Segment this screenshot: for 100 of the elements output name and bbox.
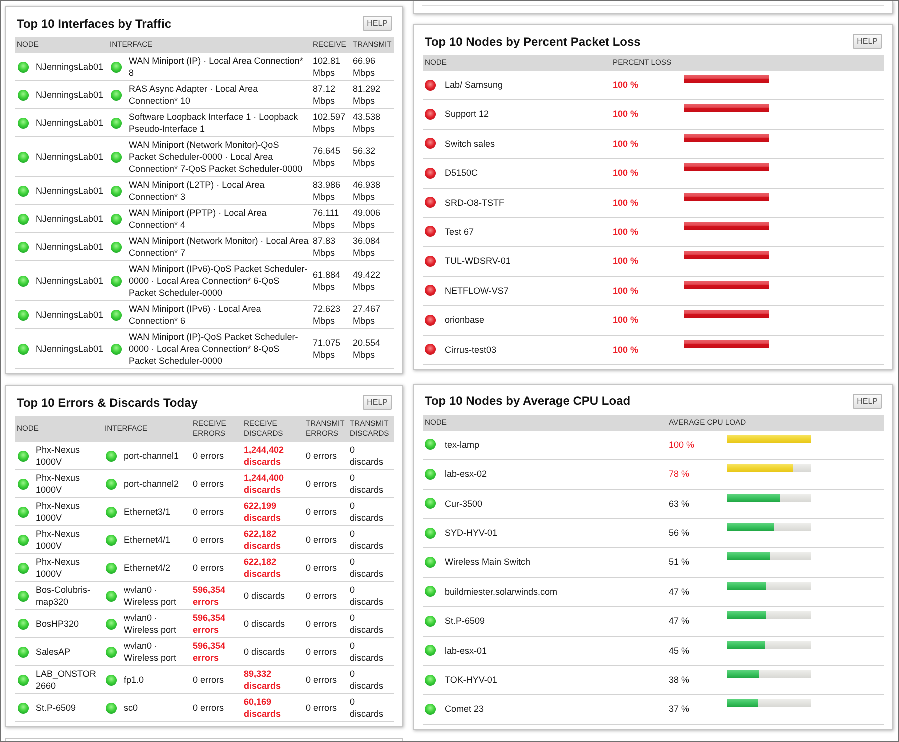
node-name: Phx-Nexus 1000V	[36, 472, 82, 496]
loss-percent: 100 %	[613, 108, 639, 120]
help-button[interactable]: HELP	[853, 394, 882, 409]
interface-name: WAN Miniport (Network Monitor)-QoS Packet Scheduler-0000 · Local Area Connection* 7-QoS Packet Scheduler-0000	[129, 139, 304, 175]
node-name: NJenningsLab01	[36, 185, 104, 197]
transmit-discards: 0 discards	[350, 584, 385, 608]
node-name: NJenningsLab01	[36, 89, 104, 101]
help-button[interactable]: HELP	[363, 395, 392, 410]
receive-rate: 61.884 Mbps	[313, 269, 342, 293]
transmit-errors: 0 errors	[306, 534, 338, 546]
receive-rate: 87.83 Mbps	[313, 235, 337, 259]
transmit-errors: 0 errors	[306, 506, 338, 518]
interface-name: port-channel2	[124, 478, 180, 490]
interface-name: WAN Miniport (PPTP) · Local Area Connection* 4	[129, 207, 268, 231]
node-name: NJenningsLab01	[36, 241, 104, 253]
interface-name: Ethernet4/2	[124, 562, 171, 574]
cpu-load-percent: 100 %	[669, 438, 695, 451]
node-name: Phx-Nexus 1000V	[36, 556, 82, 580]
transmit-discards: 0 discards	[350, 528, 385, 552]
help-button[interactable]: HELP	[363, 16, 392, 31]
cpu-load-percent: 45 %	[669, 644, 690, 657]
interface-name: WAN Miniport (IP)-QoS Packet Scheduler-0000 · Local Area Connection* 8-QoS Packet Scheduler-0000	[129, 331, 300, 367]
node-name: NJenningsLab01	[36, 213, 104, 225]
transmit-discards: 0 discards	[350, 640, 385, 664]
interface-name: WAN Miniport (L2TP) · Local Area Connection* 3	[129, 179, 266, 203]
receive-errors: 0 errors	[193, 450, 224, 462]
receive-discards: 1,244,402 discards	[244, 444, 286, 468]
loss-percent: 100 %	[613, 196, 639, 209]
node-name: Phx-Nexus 1000V	[36, 444, 82, 468]
interface-name: port-channel1	[124, 450, 180, 462]
receive-discards: 1,244,400 discards	[244, 472, 286, 496]
receive-errors: 0 errors	[193, 562, 224, 574]
panel-title: Top 10 Nodes by Percent Packet Loss	[424, 34, 641, 48]
node-name: Wireless Main Switch	[445, 556, 531, 568]
node-name: Cirrus-test03	[445, 344, 497, 356]
transmit-discards: 0 discards	[350, 696, 385, 720]
receive-rate: 76.645 Mbps	[313, 145, 342, 169]
interface-name: WAN Miniport (IPv6) · Local Area Connection* 6	[129, 303, 262, 327]
transmit-discards: 0 discards	[350, 444, 385, 468]
receive-discards: 622,199 discards	[244, 500, 282, 524]
transmit-rate: 56.32 Mbps	[353, 145, 377, 169]
interface-name: wvlan0 · Wireless port	[124, 640, 178, 664]
node-name: D5150C	[445, 167, 478, 180]
interface-name: Ethernet3/1	[124, 506, 171, 518]
transmit-errors: 0 errors	[306, 646, 338, 658]
node-name: NJenningsLab01	[36, 309, 104, 321]
transmit-rate: 49.422 Mbps	[353, 269, 382, 293]
node-name: Bos-Colubris-map320	[36, 584, 92, 608]
node-name: SRD-O8-TSTF	[445, 196, 504, 209]
receive-discards: 89,332 discards	[244, 668, 282, 692]
receive-errors: 596,354 errors	[193, 612, 227, 636]
transmit-errors: 0 errors	[306, 702, 338, 714]
transmit-errors: 0 errors	[306, 478, 338, 490]
panel-title: Top 10 Interfaces by Traffic	[16, 16, 172, 30]
node-name: TUL-WDSRV-01	[445, 255, 511, 268]
node-name: tex-lamp	[445, 438, 480, 451]
node-name: BosHP320	[36, 618, 80, 630]
node-name: NETFLOW-VS7	[445, 284, 509, 297]
transmit-rate: 66.96 Mbps	[353, 55, 377, 79]
cpu-load-percent: 47 %	[669, 586, 690, 598]
receive-rate: 71.075 Mbps	[313, 337, 342, 361]
receive-errors: 0 errors	[193, 674, 224, 686]
receive-rate: 76.111 Mbps	[313, 207, 340, 231]
transmit-rate: 36.084 Mbps	[353, 235, 382, 259]
node-name: lab-esx-01	[445, 644, 488, 657]
node-name: buildmiester.solarwinds.com	[445, 586, 558, 598]
receive-rate: 102.597 Mbps	[313, 111, 347, 135]
interface-name: WAN Miniport (IP) · Local Area Connection* 8	[129, 55, 304, 79]
cpu-load-percent: 51 %	[669, 556, 690, 568]
loss-percent: 100 %	[613, 226, 639, 238]
interface-name: WAN Miniport (Network Monitor) · Local Area Connection* 7	[129, 235, 309, 259]
transmit-discards: 0 discards	[350, 500, 385, 524]
cpu-load-percent: 78 %	[669, 468, 690, 480]
transmit-errors: 0 errors	[306, 590, 338, 602]
node-name: TOK-HYV-01	[445, 674, 498, 686]
cpu-load-percent: 63 %	[669, 498, 690, 510]
loss-percent: 100 %	[613, 284, 639, 297]
node-name: NJenningsLab01	[36, 275, 104, 287]
panel-title: Top 10 Errors & Discards Today	[16, 396, 198, 410]
interface-name: RAS Async Adapter · Local Area Connection* 10	[129, 83, 260, 107]
receive-errors: 0 errors	[193, 702, 224, 714]
node-name: Cur-3500	[445, 498, 483, 510]
loss-percent: 100 %	[613, 314, 639, 326]
receive-discards: 0 discards	[244, 590, 286, 602]
node-name: St.P-6509	[445, 615, 486, 628]
cpu-load-percent: 56 %	[669, 527, 690, 540]
node-name: SYD-HYV-01	[445, 527, 498, 540]
loss-percent: 100 %	[613, 79, 639, 91]
help-button[interactable]: HELP	[853, 34, 882, 49]
node-name: lab-esx-02	[445, 468, 488, 480]
node-name: Phx-Nexus 1000V	[36, 528, 82, 552]
panel-title: Top 10 Nodes by Average CPU Load	[424, 394, 631, 408]
transmit-discards: 0 discards	[350, 472, 385, 496]
interface-name: Software Loopback Interface 1 · Loopback Pseudo-Interface 1	[129, 111, 300, 135]
receive-errors: 0 errors	[193, 534, 224, 546]
loss-percent: 100 %	[613, 138, 639, 150]
node-name: Lab/ Samsung	[445, 79, 504, 91]
transmit-rate: 81.292 Mbps	[353, 83, 382, 107]
node-name: Phx-Nexus 1000V	[36, 500, 82, 524]
transmit-discards: 0 discards	[350, 612, 385, 636]
